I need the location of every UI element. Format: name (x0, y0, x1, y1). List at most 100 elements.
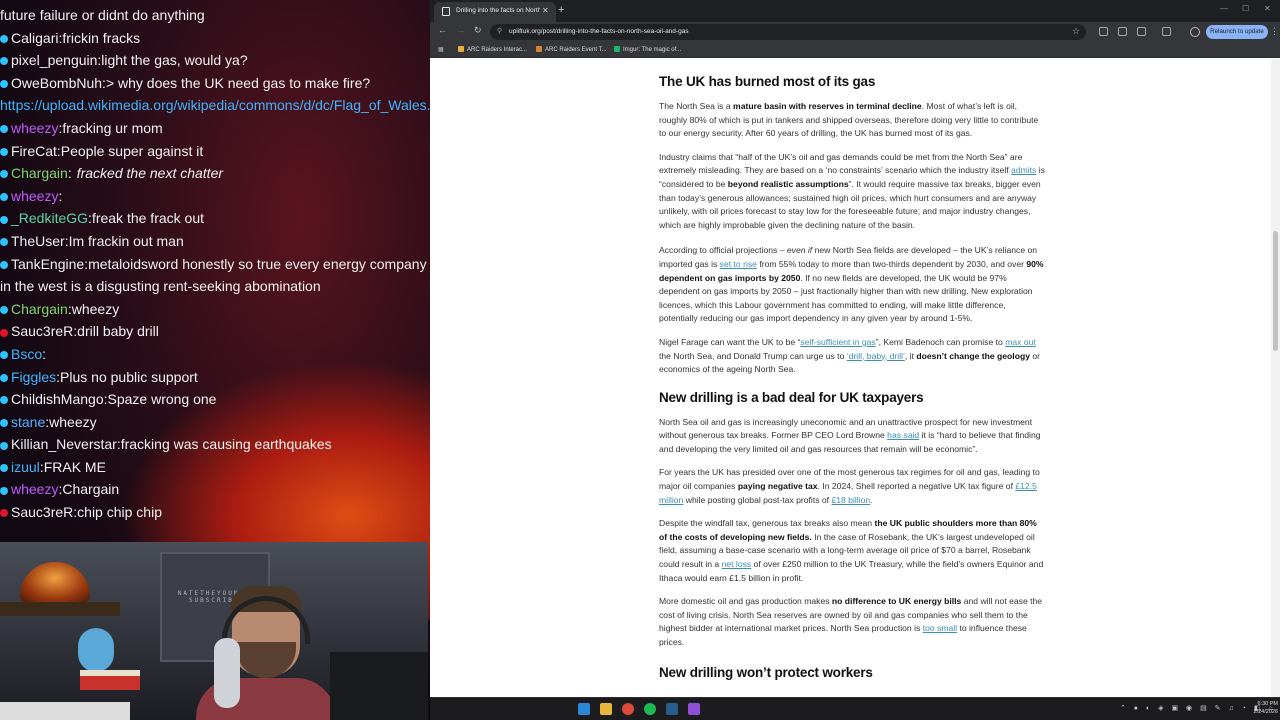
chat-username[interactable]: Bsco (11, 346, 42, 362)
minimize-icon[interactable]: — (1220, 4, 1228, 13)
chat-badge-icon (0, 509, 8, 518)
chat-username[interactable]: Caligari (11, 30, 58, 46)
clock[interactable]: 6:30 PM 2/24/2026 (1238, 700, 1278, 716)
obs-app-icon[interactable] (688, 703, 700, 715)
chrome-icon[interactable] (622, 703, 634, 715)
side-panel-icon[interactable] (1162, 27, 1171, 36)
chat-username[interactable]: OweBombNuh (11, 75, 102, 91)
chat-badge-icon (0, 125, 8, 134)
chat-username[interactable]: Chargain (11, 165, 68, 181)
profile-avatar-icon[interactable] (1190, 27, 1200, 37)
chat-username[interactable]: Sauc3reR (11, 504, 73, 520)
chat-username[interactable]: wheezy (11, 481, 58, 497)
menu-dots-icon[interactable]: ⋮ (1270, 26, 1279, 37)
extension-icon[interactable] (1099, 27, 1108, 36)
chat-badge-icon (0, 441, 8, 450)
chat-text[interactable]: future failure or didnt do anything (0, 7, 205, 23)
chat-username[interactable]: Sauc3reR (11, 323, 73, 339)
chat-username[interactable]: pixel_penguin (11, 52, 97, 68)
chat-username[interactable]: _RedkiteGG (11, 210, 88, 226)
books (80, 670, 140, 690)
link-drill-baby-drill[interactable]: ‘drill, baby, drill’ (847, 351, 905, 361)
chat-text: fracking ur mom (62, 119, 163, 136)
chat-message: pixel_penguin:light the gas, would ya? (0, 49, 430, 72)
bookmarks-bar: ▦ ARC Raiders Interac... ARC Raiders Eve… (430, 42, 1280, 58)
link-admits[interactable]: admits (1011, 165, 1036, 175)
spotify-icon[interactable] (644, 703, 656, 715)
chat-username[interactable]: Chargain (11, 301, 68, 317)
link-too-small[interactable]: too small (923, 623, 957, 633)
scrollbar-track[interactable] (1271, 59, 1280, 697)
browser-toolbar: ← → ↻ ⚲ upliftuk.org/post/drilling-into-… (430, 22, 1280, 42)
window-close-icon[interactable]: ✕ (1264, 4, 1271, 13)
chat-badge-icon (0, 373, 8, 382)
chat-username[interactable]: FireCat (11, 143, 57, 159)
clock-time: 6:30 PM (1257, 701, 1278, 707)
paragraph-uneconomic: North Sea oil and gas is increasingly un… (659, 416, 1041, 454)
chat-message: Sauc3reR:drill baby drill (0, 320, 430, 343)
screenshot-icon[interactable] (1118, 27, 1127, 36)
section-heading-bad-deal: New drilling is a bad deal for UK taxpay… (659, 389, 924, 405)
address-bar[interactable]: ⚲ upliftuk.org/post/drilling-into-the-fa… (490, 24, 1086, 40)
chat-message: future failure or didnt do anything (0, 4, 430, 27)
file-explorer-icon[interactable] (600, 703, 612, 715)
bookmark-imgur[interactable]: Imgur: The magic of... (614, 46, 681, 53)
chat-message: Sauc3reR:chip chip chip (0, 501, 430, 524)
back-arrow-icon[interactable]: ← (438, 25, 447, 35)
page-favicon-icon (442, 7, 450, 16)
puzzle-icon[interactable] (1137, 27, 1146, 36)
bookmark-arc-raiders-interactive[interactable]: ARC Raiders Interac... (458, 46, 527, 53)
tab-close-icon[interactable]: ✕ (542, 6, 549, 15)
link-18-billion[interactable]: £18 billion (831, 495, 870, 505)
chat-badge-icon (0, 486, 8, 495)
chat-username[interactable]: wheezy (11, 120, 58, 136)
chat-username[interactable]: TheUser (11, 233, 65, 249)
chat-username[interactable]: wheezy (11, 188, 58, 204)
site-info-icon[interactable]: ⚲ (497, 27, 502, 35)
link-net-loss[interactable]: net loss (722, 559, 752, 569)
steam-icon[interactable] (666, 703, 678, 715)
chat-username[interactable]: izuul (11, 459, 40, 475)
start-windows-icon[interactable] (578, 703, 590, 715)
relaunch-button[interactable]: Relaunch to update (1206, 25, 1268, 39)
forward-arrow-icon[interactable]: → (456, 25, 465, 35)
tab-active[interactable]: Drilling into the facts on North ✕ (434, 2, 556, 22)
new-tab-icon[interactable]: + (558, 4, 564, 16)
reload-icon[interactable]: ↻ (474, 25, 482, 36)
chat-text: People super against it (60, 142, 204, 159)
paragraph-official-projections: According to official projections – even… (659, 245, 1044, 324)
paragraph-windfall-tax: Despite the windfall tax, generous tax b… (659, 518, 1044, 583)
chat-separator: : (42, 345, 47, 362)
chat-text[interactable]: https://upload.wikimedia.org/wikipedia/c… (0, 97, 430, 113)
chat-message: Killian_Neverstar:fracking was causing e… (0, 433, 430, 456)
chat-message: stane:wheezy (0, 411, 430, 434)
apps-grid-icon[interactable]: ▦ (438, 46, 444, 53)
paragraph-tax-regimes: For years the UK has presided over one o… (659, 467, 1040, 505)
chat-username[interactable]: Killian_Neverstar (11, 436, 117, 452)
chat-text: chip chip chip (77, 504, 162, 521)
link-self-sufficient[interactable]: self-sufficient in gas (800, 337, 875, 347)
chat-badge-icon (0, 170, 8, 179)
maximize-icon[interactable]: ☐ (1242, 4, 1249, 13)
section-heading-uk-burned-gas: The UK has burned most of its gas (659, 74, 876, 89)
link-max-out[interactable]: max out (1005, 337, 1036, 347)
browser-window: Drilling into the facts on North ✕ + — ☐… (430, 0, 1280, 697)
chat-username[interactable]: stane (11, 414, 45, 430)
chat-username[interactable]: Figgles (11, 369, 56, 385)
chat-message: Figgles:Plus no public support (0, 366, 430, 389)
scrollbar-thumb[interactable] (1273, 231, 1278, 351)
paragraph-industry-claims: Industry claims that “half of the UK’s o… (659, 151, 1045, 230)
chat-badge-icon (0, 34, 8, 43)
chat-text: FRAK ME (43, 458, 106, 475)
tab-strip: Drilling into the facts on North ✕ + — ☐… (430, 0, 1280, 22)
link-has-said[interactable]: has said (887, 430, 919, 440)
link-set-to-rise[interactable]: set to rise (720, 259, 757, 269)
chat-username[interactable]: TankEngine (11, 256, 84, 272)
chat-badge-icon (0, 328, 8, 337)
bookmark-star-icon[interactable]: ☆ (1072, 26, 1080, 37)
bookmark-arc-raiders-event[interactable]: ARC Raiders Event T... (536, 46, 607, 53)
figurine (78, 628, 114, 672)
streamer-beard (236, 642, 296, 678)
chat-username[interactable]: ChildishMango (11, 391, 104, 407)
chat-text: Chargain (62, 481, 120, 498)
